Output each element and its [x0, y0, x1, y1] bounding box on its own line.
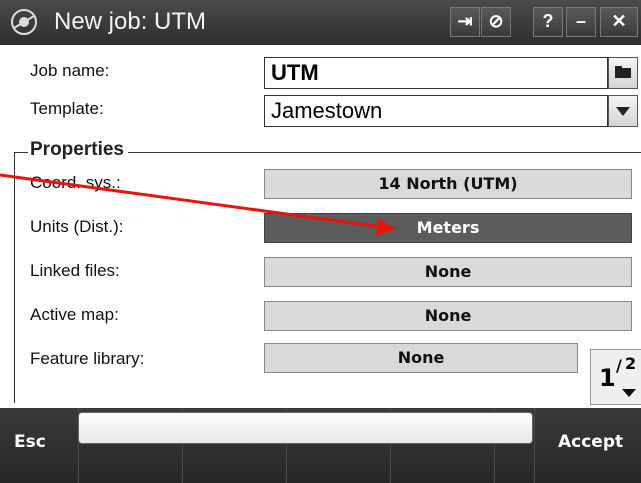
units-dist-button[interactable]: Meters: [264, 213, 632, 243]
job-name-field[interactable]: UTM: [264, 57, 608, 89]
esc-button[interactable]: Esc: [14, 432, 46, 452]
linked-files-button[interactable]: None: [264, 257, 632, 287]
minimize-button[interactable]: –: [566, 7, 596, 37]
gps-status-button[interactable]: ⊘: [481, 7, 511, 37]
units-dist-label: Units (Dist.):: [30, 217, 124, 236]
feature-library-button[interactable]: None: [264, 343, 578, 373]
template-select[interactable]: Jamestown: [264, 95, 608, 127]
help-button[interactable]: ?: [533, 7, 563, 37]
minimize-icon: –: [575, 11, 586, 31]
template-dropdown-button[interactable]: [608, 95, 638, 127]
job-name-label: Job name:: [30, 61, 110, 80]
help-icon: ?: [542, 11, 554, 31]
page-indicator-button[interactable]: 1 / 2: [590, 349, 641, 405]
page-current: 1: [599, 364, 616, 392]
browse-folder-button[interactable]: [608, 57, 638, 89]
feature-library-label: Feature library:: [30, 349, 145, 368]
active-map-label: Active map:: [30, 305, 119, 324]
job-form: Job name: UTM Template: Jamestown Proper…: [0, 45, 641, 408]
logout-button[interactable]: ⇥: [450, 7, 480, 37]
title-bar: New job: UTM ⇥ ⊘ ? – ✕: [0, 0, 641, 45]
template-label: Template:: [30, 99, 104, 118]
chevron-down-icon: [616, 107, 630, 116]
app-logo-icon: [11, 9, 37, 35]
window-title: New job: UTM: [54, 8, 207, 35]
close-button[interactable]: ✕: [600, 7, 638, 37]
close-icon: ✕: [611, 11, 627, 31]
folder-icon: [615, 66, 631, 78]
chevron-down-icon: [622, 389, 636, 397]
accept-button[interactable]: Accept: [558, 432, 623, 452]
logout-icon: ⇥: [457, 11, 473, 31]
coord-sys-label: Coord. sys.:: [30, 173, 121, 192]
coord-sys-button[interactable]: 14 North (UTM): [264, 169, 632, 199]
active-map-button[interactable]: None: [264, 301, 632, 331]
gps-status-icon: ⊘: [488, 11, 504, 31]
status-input-strip[interactable]: [78, 412, 533, 444]
page-total: 2: [625, 354, 637, 373]
linked-files-label: Linked files:: [30, 261, 120, 280]
properties-heading: Properties: [28, 139, 128, 161]
